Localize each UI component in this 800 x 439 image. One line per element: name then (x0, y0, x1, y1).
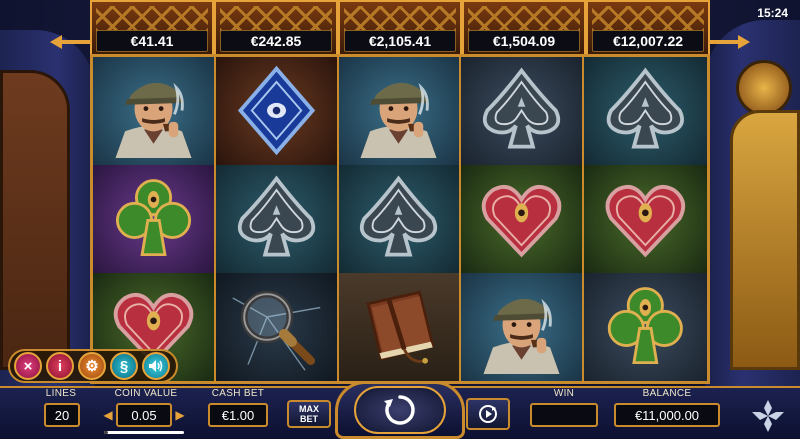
cash-bet-value: €1.00 (208, 403, 268, 427)
reel-grid (90, 54, 710, 384)
max-bet-label-line1: MAX (299, 404, 319, 414)
reel-3-row-2 (338, 165, 460, 273)
jackpot-value-4: €1,504.09 (468, 30, 580, 52)
coin-slider-fill (104, 431, 108, 434)
jackpot-roof (592, 6, 704, 32)
clock: 15:24 (757, 6, 788, 20)
jackpot-roof (96, 6, 208, 32)
reel-4-row-1 (461, 57, 583, 165)
spade-icon (339, 165, 460, 273)
reel-5-row-2 (584, 165, 707, 273)
reel-5 (584, 57, 707, 381)
reel-2-row-1 (215, 57, 337, 165)
reel-4-row-2 (461, 165, 583, 273)
reel-5-row-1 (584, 57, 707, 165)
reel-3-row-1 (338, 57, 460, 165)
spade-icon (461, 57, 582, 165)
jackpot-panel-5: €12,007.22 (586, 0, 710, 54)
settings-button[interactable]: ⚙ (78, 352, 106, 380)
autoplay-button[interactable] (466, 398, 510, 430)
spade-icon (216, 165, 337, 273)
heart-icon (461, 165, 582, 273)
spin-button[interactable] (354, 386, 446, 434)
reel-1-row-1 (93, 57, 214, 165)
reel-2 (215, 57, 339, 381)
jackpot-value-1: €41.41 (96, 30, 208, 52)
balance-label: BALANCE (642, 388, 692, 399)
win-value (530, 403, 598, 427)
magnifier-icon (216, 273, 337, 381)
max-bet-button[interactable]: MAX BET (287, 400, 331, 428)
jackpot-value-3: €2,105.41 (344, 30, 456, 52)
jackpot-panel-4: €1,504.09 (462, 0, 586, 54)
sound-button[interactable] (142, 352, 170, 380)
jackpot-roof (344, 6, 456, 32)
reel-1 (93, 57, 216, 381)
jackpot-value-5: €12,007.22 (592, 30, 704, 52)
balance-value: €11,000.00 (614, 403, 720, 427)
reel-3 (338, 57, 462, 381)
autoplay-icon (479, 405, 497, 423)
coin-value[interactable]: 0.05 (116, 403, 172, 427)
game-menu: × i ⚙ § (8, 349, 178, 383)
spade-icon (584, 57, 707, 165)
coin-decrease-button[interactable]: ◀ (102, 403, 114, 427)
journal-icon (339, 273, 460, 381)
club-icon (584, 273, 707, 381)
detective-icon (461, 273, 582, 381)
info-button[interactable]: i (46, 352, 74, 380)
jackpot-value-2: €242.85 (220, 30, 332, 52)
coin-value-label: COIN VALUE (114, 388, 178, 399)
club-icon (93, 165, 214, 273)
speaker-icon (149, 360, 163, 372)
cash-bet-label: CASH BET (211, 388, 265, 399)
reel-1-row-2 (93, 165, 214, 273)
right-round-window (736, 60, 792, 116)
spin-arrow-icon (384, 395, 415, 425)
detective-icon (339, 57, 460, 165)
jackpot-panel-1: €41.41 (90, 0, 214, 54)
jackpot-panel-2: €242.85 (214, 0, 338, 54)
reel-5-row-3 (584, 273, 707, 381)
left-wooden-door (0, 70, 70, 370)
right-golden-door (730, 110, 800, 370)
jackpot-roof (220, 6, 332, 32)
win-label: WIN (553, 388, 575, 399)
jackpot-panel-3: €2,105.41 (338, 0, 462, 54)
reel-3-row-3 (338, 273, 460, 381)
heart-icon (584, 165, 707, 273)
reel-2-row-2 (215, 165, 337, 273)
rules-button[interactable]: § (110, 352, 138, 380)
lines-value[interactable]: 20 (44, 403, 80, 427)
diamond-icon (216, 57, 337, 165)
spin-button-frame (335, 381, 465, 439)
studio-logo-icon (752, 400, 784, 432)
coin-increase-button[interactable]: ▶ (174, 403, 186, 427)
jackpot-roof (468, 6, 580, 32)
reel-4-row-3 (461, 273, 583, 381)
detective-icon (93, 57, 214, 165)
max-bet-label-line2: BET (300, 414, 318, 424)
coin-value-slider[interactable] (104, 431, 184, 434)
jackpot-bar: €41.41 €242.85 €2,105.41 €1,504.09 €12,0… (50, 0, 750, 54)
reel-2-row-3 (215, 273, 337, 381)
reel-4 (461, 57, 585, 381)
lines-label: LINES (45, 388, 77, 399)
close-button[interactable]: × (14, 352, 42, 380)
